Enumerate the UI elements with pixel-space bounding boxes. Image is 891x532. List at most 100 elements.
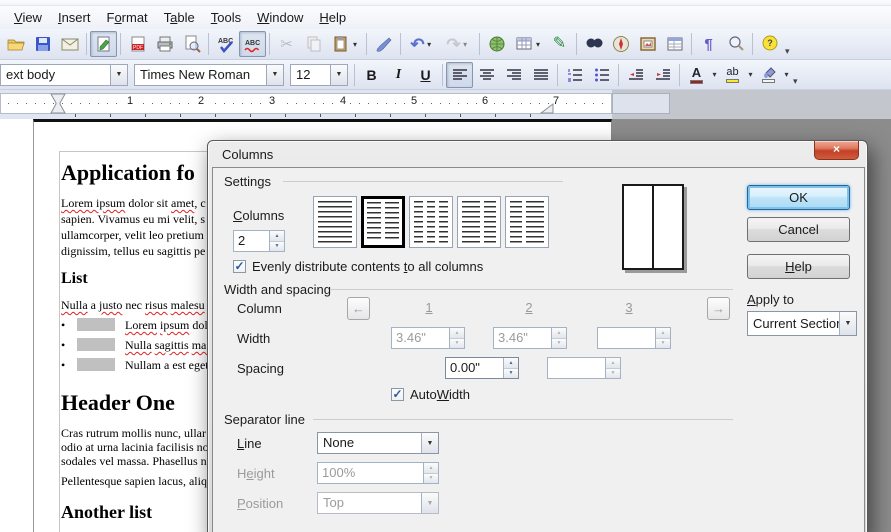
cut-button: ✂ bbox=[273, 31, 300, 57]
paste-icon bbox=[331, 34, 351, 54]
paste-button[interactable]: ▾ bbox=[327, 31, 363, 57]
gallery-button[interactable] bbox=[634, 31, 661, 57]
doc-heading-3: Another list bbox=[61, 502, 152, 523]
decrease-indent-button[interactable] bbox=[622, 62, 649, 88]
columns-label: Columns bbox=[233, 208, 284, 223]
toolbar-overflow-icon[interactable]: ▾ bbox=[785, 47, 790, 56]
font-color-dropdown-icon[interactable]: ▾ bbox=[710, 70, 719, 79]
numbered-list-button[interactable] bbox=[561, 62, 588, 88]
highlighting-button[interactable]: ab bbox=[719, 62, 746, 88]
chevron-down-icon[interactable]: ▼ bbox=[330, 65, 347, 85]
align-right-button[interactable] bbox=[500, 62, 527, 88]
doc-paragraph-line: odio at urna lacinia facilisis no bbox=[61, 440, 209, 455]
edit-file-button[interactable] bbox=[90, 31, 117, 57]
spacing-1-spinner[interactable]: 0.00" ▲▼ bbox=[445, 357, 519, 379]
ruler-number: 2 bbox=[194, 95, 208, 107]
indent-marker-icon[interactable] bbox=[50, 93, 66, 114]
data-sources-icon bbox=[665, 34, 685, 54]
export-pdf-button[interactable]: PDF bbox=[124, 31, 151, 57]
menu-help[interactable]: Help bbox=[311, 7, 354, 28]
checkbox-box: ✓ bbox=[233, 260, 246, 273]
auto-spellcheck-button[interactable]: ABC bbox=[239, 31, 266, 57]
draw-functions-button[interactable]: ✎ bbox=[546, 31, 573, 57]
highlighting-dropdown-icon[interactable]: ▾ bbox=[746, 70, 755, 79]
table-icon bbox=[514, 34, 534, 54]
bullet-list-button[interactable] bbox=[588, 62, 615, 88]
evenly-distribute-checkbox[interactable]: ✓ Evenly distribute contents to all colu… bbox=[233, 259, 483, 274]
preset-right-weighted[interactable] bbox=[505, 196, 549, 248]
scroll-columns-left-button[interactable]: ← bbox=[347, 297, 370, 320]
font-name-combo[interactable]: Times New Roman ▼ bbox=[134, 64, 284, 86]
align-center-button[interactable] bbox=[473, 62, 500, 88]
format-paintbrush-button[interactable] bbox=[370, 31, 397, 57]
decrease-indent-icon bbox=[628, 67, 644, 83]
horizontal-ruler[interactable]: 1 2 3 4 5 6 7 bbox=[0, 90, 891, 119]
help-button[interactable]: Help bbox=[747, 254, 850, 279]
width-spacing-legend: Width and spacing bbox=[224, 282, 331, 297]
menu-tools[interactable]: Tools bbox=[203, 7, 249, 28]
bullet-list-icon bbox=[594, 67, 610, 83]
menu-table[interactable]: Table bbox=[156, 7, 203, 28]
spin-up-icon[interactable]: ▲ bbox=[504, 358, 518, 368]
cancel-button[interactable]: Cancel bbox=[747, 217, 850, 242]
bullet-icon: • bbox=[61, 318, 77, 333]
italic-button[interactable]: I bbox=[385, 62, 412, 88]
bold-button[interactable]: B bbox=[358, 62, 385, 88]
find-replace-button[interactable] bbox=[580, 31, 607, 57]
background-color-button[interactable] bbox=[755, 62, 782, 88]
background-dropdown-icon[interactable]: ▾ bbox=[782, 70, 791, 79]
undo-button[interactable]: ↶▾ bbox=[404, 31, 440, 57]
hyperlink-button[interactable] bbox=[483, 31, 510, 57]
paragraph-style-combo[interactable]: ext body ▼ bbox=[0, 64, 128, 86]
open-button[interactable] bbox=[2, 31, 29, 57]
navigator-button[interactable] bbox=[607, 31, 634, 57]
menu-format[interactable]: Format bbox=[98, 7, 155, 28]
paste-dropdown-icon[interactable]: ▾ bbox=[351, 40, 360, 49]
menu-window[interactable]: Window bbox=[249, 7, 311, 28]
ok-button[interactable]: OK bbox=[747, 185, 850, 210]
help-button[interactable]: ? bbox=[756, 31, 783, 57]
print-preview-button[interactable] bbox=[178, 31, 205, 57]
zoom-button[interactable] bbox=[722, 31, 749, 57]
table-button[interactable]: ▾ bbox=[510, 31, 546, 57]
spin-up-icon[interactable]: ▲ bbox=[270, 231, 284, 241]
table-dropdown-icon[interactable]: ▾ bbox=[534, 40, 543, 49]
columns-count-spinner[interactable]: 2 ▲▼ bbox=[233, 230, 285, 252]
undo-dropdown-icon[interactable]: ▾ bbox=[425, 40, 434, 49]
save-button[interactable] bbox=[29, 31, 56, 57]
preset-left-weighted[interactable] bbox=[457, 196, 501, 248]
chevron-down-icon[interactable]: ▼ bbox=[421, 433, 438, 453]
justify-button[interactable] bbox=[527, 62, 554, 88]
apply-to-dropdown[interactable]: Current Section ▼ bbox=[747, 311, 857, 336]
numbered-list-icon bbox=[567, 67, 583, 83]
toolbar-overflow-icon[interactable]: ▾ bbox=[793, 77, 798, 86]
underline-button[interactable]: U bbox=[412, 62, 439, 88]
chevron-down-icon[interactable]: ▼ bbox=[266, 65, 283, 85]
menu-view[interactable]: View bbox=[6, 7, 50, 28]
spin-down-icon[interactable]: ▼ bbox=[270, 241, 284, 252]
scroll-columns-right-button[interactable]: → bbox=[707, 297, 730, 320]
toolbar-separator bbox=[442, 64, 443, 86]
chevron-down-icon[interactable]: ▼ bbox=[839, 312, 856, 335]
preset-three-columns[interactable] bbox=[409, 196, 453, 248]
right-indent-marker-icon[interactable] bbox=[540, 103, 554, 114]
spelling-button[interactable]: ABC bbox=[212, 31, 239, 57]
font-size-combo[interactable]: 12 ▼ bbox=[290, 64, 348, 86]
menu-insert[interactable]: Insert bbox=[50, 7, 99, 28]
increase-indent-button[interactable] bbox=[649, 62, 676, 88]
formatting-marks-button[interactable]: ¶ bbox=[695, 31, 722, 57]
data-sources-button[interactable] bbox=[661, 31, 688, 57]
email-button[interactable] bbox=[56, 31, 83, 57]
close-button[interactable]: × bbox=[814, 141, 859, 160]
preset-one-column[interactable] bbox=[313, 196, 357, 248]
preset-two-columns-selected[interactable] bbox=[361, 196, 405, 248]
autowidth-checkbox[interactable]: ✓ AutoWidth bbox=[391, 387, 470, 402]
align-left-button[interactable] bbox=[446, 62, 473, 88]
columns-preview bbox=[622, 184, 684, 270]
print-button[interactable] bbox=[151, 31, 178, 57]
font-color-button[interactable]: A bbox=[683, 62, 710, 88]
spin-down-icon[interactable]: ▼ bbox=[504, 368, 518, 379]
paint-bucket-icon bbox=[761, 66, 777, 78]
line-style-dropdown[interactable]: None ▼ bbox=[317, 432, 439, 454]
paragraph-style-dropdown[interactable]: ▼ bbox=[110, 65, 127, 85]
